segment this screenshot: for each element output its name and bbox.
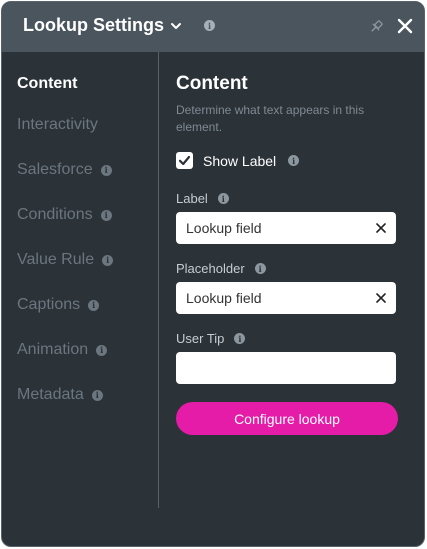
- sidebar-item-label: Conditions: [17, 206, 93, 223]
- check-icon: [178, 155, 191, 166]
- section-description: Determine what text appears in this elem…: [176, 103, 365, 134]
- label-input-value: Lookup field: [186, 220, 262, 236]
- placeholder-input-value: Lookup field: [186, 290, 262, 306]
- sidebar-item-conditions[interactable]: Conditions i: [17, 206, 112, 224]
- info-icon[interactable]: i: [91, 389, 103, 401]
- panel-header: Lookup Settings i: [2, 2, 424, 52]
- placeholder-field-caption: Placeholder: [176, 261, 245, 276]
- sidebar-item-captions[interactable]: Captions i: [17, 296, 100, 314]
- sidebar-item-label: Captions: [17, 296, 81, 313]
- user-tip-field-caption: User Tip: [176, 331, 225, 346]
- sidebar-item-metadata[interactable]: Metadata i: [17, 386, 103, 404]
- pin-icon[interactable]: [368, 19, 384, 35]
- sidebar-item-label: Content: [17, 75, 78, 92]
- chevron-down-icon: [171, 22, 181, 29]
- info-icon[interactable]: i: [204, 20, 215, 31]
- placeholder-input[interactable]: Lookup field: [176, 282, 396, 314]
- label-field-caption: Label: [176, 191, 208, 206]
- sidebar-item-label: Salesforce: [17, 161, 93, 178]
- settings-sidebar: Content Interactivity Salesforce i Condi…: [2, 52, 159, 508]
- close-icon[interactable]: [396, 17, 414, 35]
- info-icon[interactable]: i: [100, 209, 112, 221]
- info-icon[interactable]: i: [100, 164, 112, 176]
- title-dropdown[interactable]: Lookup Settings i: [23, 15, 215, 36]
- label-field-label: Label i: [176, 191, 229, 206]
- info-icon[interactable]: i: [288, 155, 300, 166]
- show-label-row: Show Label i: [176, 152, 300, 169]
- label-input[interactable]: Lookup field: [176, 212, 396, 244]
- info-icon[interactable]: i: [254, 263, 266, 274]
- sidebar-item-animation[interactable]: Animation i: [17, 341, 108, 359]
- sidebar-item-content[interactable]: Content: [17, 75, 77, 93]
- user-tip-input[interactable]: [176, 352, 396, 384]
- info-icon[interactable]: i: [96, 344, 108, 356]
- show-label-checkbox[interactable]: [176, 152, 193, 169]
- info-icon[interactable]: i: [234, 333, 246, 344]
- lookup-settings-panel: Lookup Settings i Content Interactivity …: [1, 1, 425, 547]
- user-tip-field-label: User Tip i: [176, 331, 246, 346]
- sidebar-item-label: Value Rule: [17, 251, 95, 268]
- placeholder-field-label: Placeholder i: [176, 261, 266, 276]
- info-icon[interactable]: i: [88, 299, 100, 311]
- sidebar-item-salesforce[interactable]: Salesforce i: [17, 161, 112, 179]
- configure-lookup-button[interactable]: Configure lookup: [176, 402, 398, 435]
- info-icon[interactable]: i: [102, 254, 114, 266]
- sidebar-item-value-rule[interactable]: Value Rule i: [17, 251, 114, 269]
- sidebar-item-interactivity[interactable]: Interactivity: [17, 116, 98, 134]
- sidebar-item-label: Animation: [17, 341, 89, 358]
- info-icon[interactable]: i: [217, 193, 229, 204]
- panel-title: Lookup Settings: [23, 15, 164, 35]
- section-title: Content: [176, 73, 248, 94]
- show-label-text: Show Label: [203, 152, 277, 169]
- clear-icon[interactable]: [375, 222, 387, 234]
- sidebar-item-label: Metadata: [17, 386, 84, 403]
- sidebar-item-label: Interactivity: [17, 116, 98, 133]
- clear-icon[interactable]: [375, 292, 387, 304]
